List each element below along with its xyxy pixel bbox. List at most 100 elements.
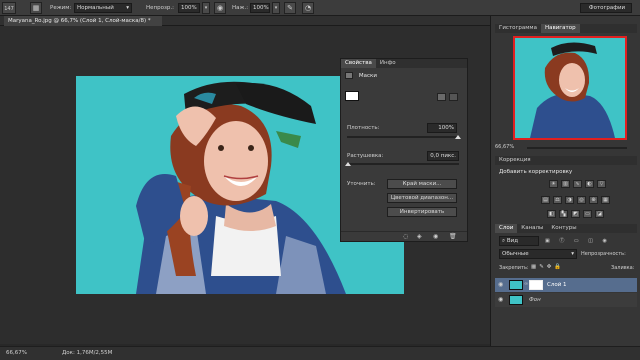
status-bar: 66,67% Док: 1,76M/2,55M	[0, 346, 640, 360]
mask-thumbnail[interactable]	[345, 91, 359, 101]
tab-channels[interactable]: Каналы	[517, 224, 547, 233]
feather-slider-handle[interactable]	[345, 162, 351, 166]
levels-icon[interactable]: ▥	[561, 180, 570, 188]
navigator-zoom[interactable]: 66,67%	[495, 144, 514, 150]
opacity-field[interactable]: 100%	[178, 3, 200, 13]
visibility-icon[interactable]: ◉	[433, 233, 438, 240]
opacity-label: Непрозр.:	[146, 5, 174, 11]
mask-icon	[345, 72, 353, 79]
properties-footer: ◌ ◈ ◉ 🗑	[341, 231, 467, 241]
feather-value: 0,0 пикс.	[430, 153, 456, 159]
chain-link-icon[interactable]: ∞	[524, 281, 528, 287]
navigator-preview[interactable]	[513, 36, 627, 140]
pressure-label: Наж.:	[232, 5, 249, 11]
blend-mode-value: Обычные	[502, 251, 529, 257]
navigator-thumbnail	[530, 42, 615, 138]
refine-label: Уточнить:	[347, 181, 376, 187]
vector-mask-icon[interactable]	[449, 93, 458, 101]
adjustments-subtitle: Добавить корректировку	[499, 169, 573, 175]
color-lookup-icon[interactable]: ▦	[601, 196, 610, 204]
mode-label: Режим:	[50, 5, 72, 11]
density-field[interactable]: 100%	[427, 123, 457, 133]
opacity-dropdown[interactable]: ▾	[202, 2, 210, 14]
fill-label: Заливка:	[611, 265, 635, 271]
layer-thumbnail	[509, 295, 523, 305]
brightness-icon[interactable]: ☀	[549, 180, 558, 188]
masks-section: Маски	[345, 71, 463, 81]
color-range-button[interactable]: Цветовой диапазон...	[387, 193, 457, 203]
navigator-tab-bar: Гистограмма Навигатор	[495, 24, 637, 33]
brush-preset-picker[interactable]: 147	[2, 2, 16, 14]
pixel-mask-icon[interactable]	[437, 93, 446, 101]
tab-properties[interactable]: Свойства	[341, 59, 376, 68]
tab-histogram[interactable]: Гистограмма	[495, 24, 541, 33]
blend-mode-select[interactable]: Обычные ▾	[499, 249, 577, 259]
channel-mixer-icon[interactable]: ⊕	[589, 196, 598, 204]
density-label: Плотность:	[347, 125, 380, 131]
gradient-map-icon[interactable]: ▭	[583, 210, 592, 218]
black-white-icon[interactable]: ◑	[565, 196, 574, 204]
exposure-icon[interactable]: ◐	[585, 180, 594, 188]
chevron-down-icon: ▾	[126, 5, 129, 11]
pressure-field[interactable]: 100%	[250, 3, 270, 13]
layer-row[interactable]: ◉ Фон	[495, 293, 637, 307]
tab-info[interactable]: Инфо	[376, 59, 400, 68]
selective-color-icon[interactable]: ◪	[595, 210, 604, 218]
feather-label: Растушевка:	[347, 153, 384, 159]
tab-layers[interactable]: Слои	[495, 224, 518, 233]
posterize-icon[interactable]: ▚	[559, 210, 568, 218]
density-slider-handle[interactable]	[455, 135, 461, 139]
invert-button[interactable]: Инвертировать	[387, 207, 457, 217]
lock-label: Закрепить:	[499, 265, 529, 271]
density-slider[interactable]	[347, 136, 459, 138]
document-tab-title: Maryana_Ro.jpg @ 66,7% (Слой 1, Слой-мас…	[8, 18, 151, 24]
layer-kind-filter[interactable]: ⌕ Вид	[499, 236, 539, 246]
threshold-icon[interactable]: ◩	[571, 210, 580, 218]
pressure-dropdown[interactable]: ▾	[272, 2, 280, 14]
layer-filter-icons[interactable]: ▣ Ⓣ ▭ ◫ ◉	[545, 237, 631, 245]
layer-row-active[interactable]: ◉ ∞ Слой 1	[495, 278, 637, 292]
pressure-opacity-icon[interactable]: ◉	[214, 2, 226, 14]
properties-tab-bar: Свойства Инфо	[341, 59, 467, 68]
mode-value: Нормальный	[77, 5, 114, 11]
document-tab[interactable]: Maryana_Ro.jpg @ 66,7% (Слой 1, Слой-мас…	[4, 16, 162, 26]
load-selection-icon[interactable]: ◌	[403, 233, 408, 240]
right-panel-column: Гистограмма Навигатор 66,67% Коррекция До…	[490, 16, 640, 346]
curves-icon[interactable]: ∿	[573, 180, 582, 188]
photo-filter-icon[interactable]: ◎	[577, 196, 586, 204]
pressure-size-icon[interactable]: ◔	[302, 2, 314, 14]
brush-panel-icon[interactable]: ▦	[30, 2, 42, 14]
density-value: 100%	[438, 125, 454, 131]
airbrush-icon[interactable]: ✎	[284, 2, 296, 14]
vibrance-icon[interactable]: ▽	[597, 180, 606, 188]
navigator-zoom-slider[interactable]	[527, 147, 627, 149]
layer-thumbnail	[509, 280, 523, 290]
color-balance-icon[interactable]: ⚖	[553, 196, 562, 204]
tab-paths[interactable]: Контуры	[547, 224, 580, 233]
adjustments-tab[interactable]: Коррекция	[495, 156, 637, 165]
eye-icon[interactable]: ◉	[498, 296, 503, 303]
layer-name: Фон	[529, 297, 541, 303]
trash-icon[interactable]: 🗑	[449, 233, 457, 240]
adjustments-grid: ☀ ▥ ∿ ◐ ▽ ▤ ⚖ ◑ ◎ ⊕ ▦ ◧ ▚ ◩ ▭ ◪	[541, 180, 631, 220]
chevron-down-icon: ▾	[571, 251, 574, 257]
workspace-value: Фотографии	[588, 5, 626, 11]
layers-tab-bar: Слои Каналы Контуры	[495, 224, 637, 233]
lock-icons[interactable]: ▦✎✥🔒	[531, 264, 564, 270]
eye-icon[interactable]: ◉	[498, 281, 503, 288]
status-zoom[interactable]: 66,67%	[6, 350, 27, 356]
properties-panel: Свойства Инфо Маски Плотность: 100% Расту…	[340, 58, 468, 242]
invert-adjustment-icon[interactable]: ◧	[547, 210, 556, 218]
feather-slider[interactable]	[347, 163, 459, 165]
workspace-select[interactable]: Фотографии	[580, 3, 632, 13]
mask-edge-button[interactable]: Край маски...	[387, 179, 457, 189]
apply-mask-icon[interactable]: ◈	[417, 233, 422, 240]
layer-mask-thumbnail[interactable]	[529, 280, 543, 290]
masks-title: Маски	[358, 73, 377, 79]
brush-size-label: 147	[4, 6, 14, 12]
feather-field[interactable]: 0,0 пикс.	[427, 151, 459, 161]
tab-navigator[interactable]: Навигатор	[540, 24, 580, 33]
adjustments-title: Коррекция	[499, 157, 531, 163]
mode-select[interactable]: Нормальный ▾	[74, 3, 132, 13]
hue-saturation-icon[interactable]: ▤	[541, 196, 550, 204]
